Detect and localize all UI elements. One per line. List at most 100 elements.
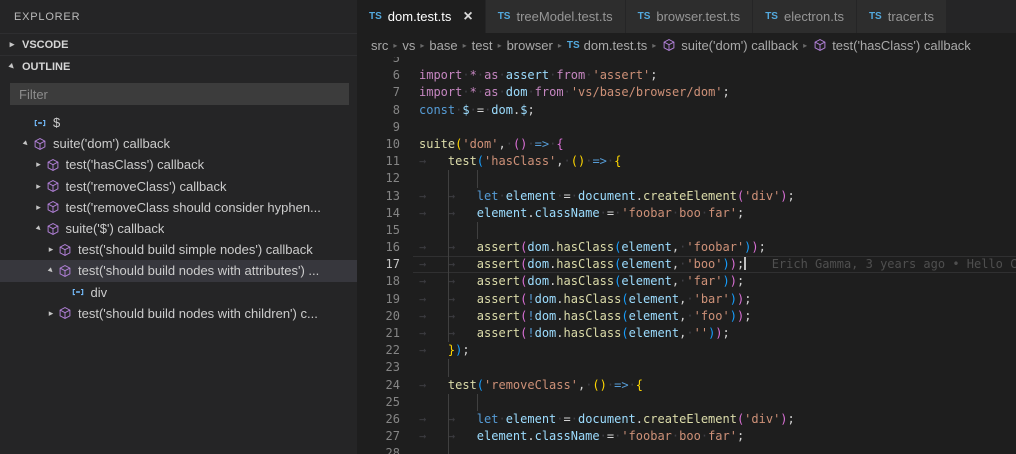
line-number[interactable]: 14 xyxy=(357,205,400,222)
editor-group: TS dom.test.ts × TS treeModel.test.ts TS brows… xyxy=(357,0,1016,454)
line-number[interactable]: 25 xyxy=(357,394,400,411)
code-line[interactable]: 11 → test('hasClass',·()·=>·{ xyxy=(357,153,1016,170)
close-icon[interactable]: × xyxy=(463,8,472,25)
code-token: ( xyxy=(476,377,485,392)
code-line[interactable]: 6 import·*·as·assert·from·'assert'; xyxy=(357,67,1016,84)
code-token: ; xyxy=(744,308,752,323)
outline-filter-input[interactable] xyxy=(10,83,349,105)
editor-tab[interactable]: TS dom.test.ts × xyxy=(357,0,486,33)
code-token: $ xyxy=(462,102,470,117)
code-line[interactable]: 21 → → assert(!dom.hasClass(element,·'')); xyxy=(357,325,1016,343)
line-number[interactable]: 16 xyxy=(357,239,400,256)
code-token: · xyxy=(556,188,564,203)
editor-tab[interactable]: TS browser.test.ts xyxy=(625,0,754,33)
editor-tab[interactable]: TS tracer.ts xyxy=(856,0,947,33)
line-number[interactable]: 7 xyxy=(357,84,400,101)
code-line[interactable]: 19 → → assert(!dom.hasClass(element,·'bar')… xyxy=(357,290,1016,308)
chevron-collapsed-icon[interactable]: ▸ xyxy=(33,160,45,169)
code-line[interactable]: 20 → → assert(!dom.hasClass(element,·'foo')… xyxy=(357,307,1016,325)
line-number[interactable]: 24 xyxy=(357,377,400,394)
code-line[interactable]: 7 import·*·as·dom·from·'vs/base/browser/d… xyxy=(357,84,1016,101)
code-token: element xyxy=(505,411,557,426)
breadcrumb-item[interactable]: src xyxy=(371,38,388,53)
code-line[interactable]: 23 xyxy=(357,359,1016,377)
breadcrumb-item[interactable]: base xyxy=(429,38,457,53)
code-line[interactable]: 5 xyxy=(357,57,1016,67)
tab-label: tracer.ts xyxy=(887,9,934,24)
section-header-vscode[interactable]: ▸ VSCODE xyxy=(0,33,357,55)
line-number[interactable]: 9 xyxy=(357,119,400,136)
code-token: · xyxy=(498,68,506,83)
code-line[interactable]: 22 →}); xyxy=(357,342,1016,359)
tab-whitespace-mark: → xyxy=(419,343,427,358)
tree-item[interactable]: ▸ suite('$') callback xyxy=(0,218,357,239)
line-number[interactable]: 12 xyxy=(357,170,400,187)
line-number[interactable]: 11 xyxy=(357,153,400,170)
breadcrumb-item[interactable]: suite('dom') callback xyxy=(661,37,798,53)
code-line[interactable]: 13 → → let·element·=·document.createElement… xyxy=(357,187,1016,205)
chevron-collapsed-icon[interactable]: ▸ xyxy=(33,202,45,212)
line-number[interactable]: 21 xyxy=(357,325,400,342)
tree-item[interactable]: div xyxy=(0,282,357,303)
tree-item[interactable]: ▸ test('should build simple nodes') callb… xyxy=(0,239,357,260)
code-token: dom xyxy=(534,291,557,306)
breadcrumb-item[interactable]: TS dom.test.ts xyxy=(567,38,647,53)
line-number[interactable]: 6 xyxy=(357,67,400,84)
breadcrumb-item[interactable]: browser xyxy=(507,38,553,53)
line-number[interactable]: 26 xyxy=(357,411,400,428)
tree-item[interactable]: ▸ test('hasClass') callback xyxy=(0,154,357,175)
typescript-file-icon: TS xyxy=(868,11,882,22)
code-line[interactable]: 24 → test('removeClass',·()·=>·{ xyxy=(357,377,1016,394)
code-line[interactable]: 15 xyxy=(357,221,1016,240)
chevron-collapsed-icon[interactable]: ▸ xyxy=(45,245,57,254)
line-number[interactable]: 17 xyxy=(357,256,400,273)
code-line[interactable]: 8 const·$·=·dom.$; xyxy=(357,102,1016,119)
line-number[interactable]: 23 xyxy=(357,359,400,376)
line-number[interactable]: 27 xyxy=(357,428,400,445)
code-line[interactable]: 25 xyxy=(357,393,1016,411)
chevron-collapsed-icon[interactable]: ▸ xyxy=(45,308,57,318)
tree-item[interactable]: ▸ test('should build nodes with children'… xyxy=(0,303,357,324)
line-number[interactable]: 28 xyxy=(357,445,400,454)
line-number[interactable]: 22 xyxy=(357,342,400,359)
tree-item[interactable]: ▸ suite('dom') callback xyxy=(0,133,357,154)
editor-tab[interactable]: TS treeModel.test.ts xyxy=(485,0,626,33)
chevron-right-icon: ▸ xyxy=(652,40,657,50)
tab-whitespace-mark: → xyxy=(447,326,456,340)
section-header-outline[interactable]: ▸ OUTLINE xyxy=(0,55,357,77)
code-token: . xyxy=(527,429,535,444)
breadcrumb-label: base xyxy=(429,37,458,53)
code-line[interactable]: 9 xyxy=(357,119,1016,136)
chevron-collapsed-icon[interactable]: ▸ xyxy=(33,181,45,191)
breadcrumb-item[interactable]: test('hasClass') callback xyxy=(812,37,971,53)
line-number[interactable]: 15 xyxy=(357,222,400,239)
code-editor[interactable]: 5 6 import·*·as·assert·from·'assert'; 7 impo… xyxy=(357,57,1016,454)
line-number[interactable]: 13 xyxy=(357,188,400,205)
line-number[interactable]: 8 xyxy=(357,102,400,119)
code-token: ) xyxy=(722,274,730,289)
tree-item[interactable]: ▸ test('should build nodes with attribute… xyxy=(0,260,357,282)
line-number[interactable]: 20 xyxy=(357,308,400,325)
editor-tab[interactable]: TS electron.ts xyxy=(753,0,857,33)
code-line[interactable]: 14 → → element.className·=·'foobar·boo·far'… xyxy=(357,204,1016,222)
code-line[interactable]: 26 → → let·element·=·document.createElement… xyxy=(357,410,1016,429)
code-line[interactable]: 18 → → assert(dom.hasClass(element,·'far'))… xyxy=(357,273,1016,291)
tree-item[interactable]: ▸ test('removeClass should consider hyphe… xyxy=(0,197,357,218)
code-line[interactable]: 27 → → element.className·=·'foobar·boo·far'… xyxy=(357,428,1016,446)
code-token: ; xyxy=(722,326,730,340)
code-line[interactable]: 28 xyxy=(357,445,1016,454)
code-line[interactable]: 17 → → assert(dom.hasClass(element,·'boo'))… xyxy=(357,256,1016,274)
breadcrumb-item[interactable]: vs xyxy=(402,38,415,53)
tree-item[interactable]: $ xyxy=(0,112,357,133)
line-number[interactable]: 5 xyxy=(357,57,400,67)
breadcrumb-item[interactable]: test xyxy=(472,38,493,53)
code-line[interactable]: 10 suite('dom',·()·=>·{ xyxy=(357,136,1016,153)
line-number[interactable]: 10 xyxy=(357,136,400,153)
indent-guide xyxy=(447,307,449,325)
line-number[interactable]: 19 xyxy=(357,291,400,308)
code-line[interactable]: 16 → → assert(dom.hasClass(element,·'foobar… xyxy=(357,239,1016,257)
tab-whitespace-mark: → xyxy=(419,429,427,444)
line-number[interactable]: 18 xyxy=(357,273,400,290)
tree-item[interactable]: ▸ test('removeClass') callback xyxy=(0,176,357,197)
code-line[interactable]: 12 xyxy=(357,170,1016,188)
